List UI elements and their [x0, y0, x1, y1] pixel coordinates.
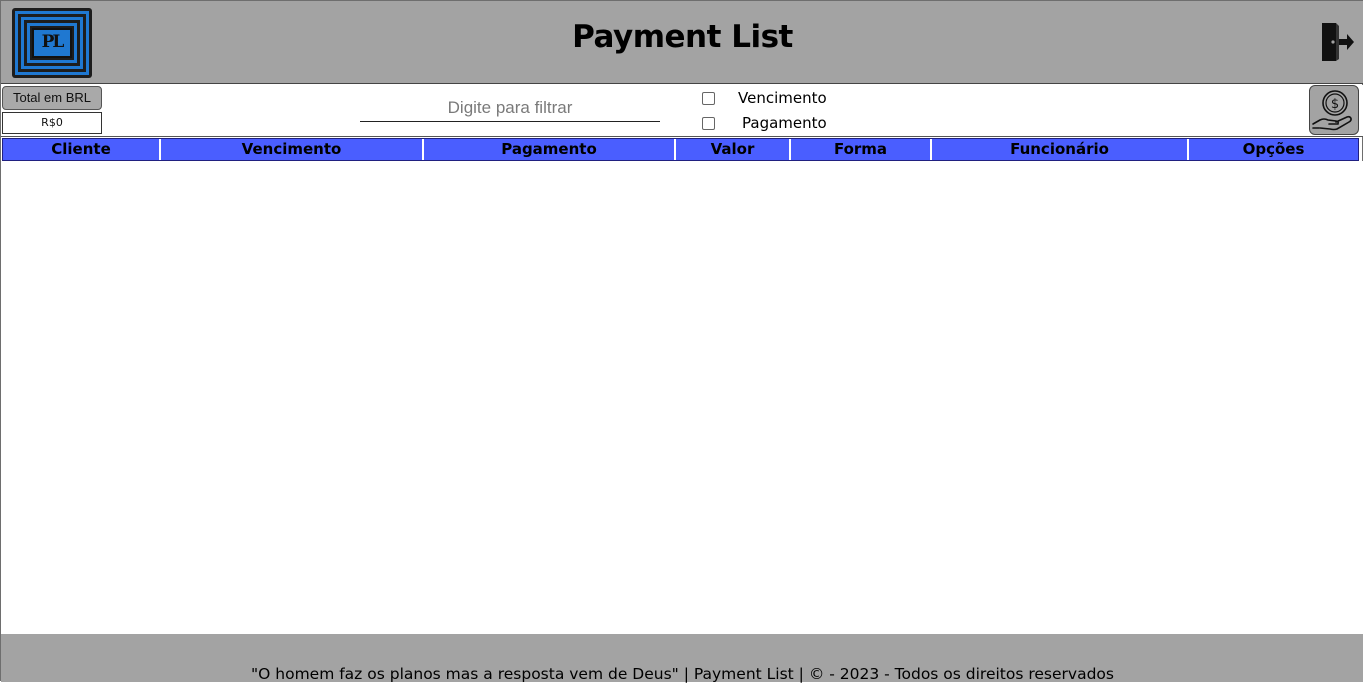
header-bar: PL Payment List [1, 1, 1363, 84]
column-header-valor[interactable]: Valor [676, 139, 791, 160]
pagamento-checkbox[interactable] [702, 117, 715, 130]
column-header-vencimento[interactable]: Vencimento [161, 139, 424, 160]
column-header-funcionario[interactable]: Funcionário [932, 139, 1189, 160]
toolbar: Total em BRL R$0 Vencimento Pagamento $ [1, 85, 1363, 137]
filter-input[interactable] [360, 95, 660, 122]
footer: "O homem faz os planos mas a resposta ve… [1, 634, 1363, 683]
column-header-opcoes[interactable]: Opções [1189, 139, 1358, 160]
footer-text: "O homem faz os planos mas a resposta ve… [251, 665, 1114, 683]
vencimento-checkbox-label: Vencimento [738, 89, 827, 107]
app-frame: PL Payment List Total em BRL R$0 Vencime… [0, 0, 1363, 683]
scrollbar[interactable] [1359, 161, 1363, 634]
total-brl-button[interactable]: Total em BRL [2, 86, 102, 110]
column-header-pagamento[interactable]: Pagamento [424, 139, 676, 160]
svg-text:$: $ [1331, 97, 1339, 112]
column-header-forma[interactable]: Forma [791, 139, 932, 160]
door-exit-icon [1322, 23, 1354, 61]
payment-button[interactable]: $ [1309, 85, 1359, 135]
page-title: Payment List [572, 19, 793, 55]
table-header: Cliente Vencimento Pagamento Valor Forma… [2, 138, 1359, 161]
logout-button[interactable] [1319, 21, 1355, 63]
total-value: R$0 [2, 112, 102, 134]
money-hand-icon: $ [1312, 90, 1352, 131]
column-header-cliente[interactable]: Cliente [3, 139, 161, 160]
vencimento-checkbox[interactable] [702, 92, 715, 105]
pagamento-checkbox-label: Pagamento [742, 114, 827, 132]
